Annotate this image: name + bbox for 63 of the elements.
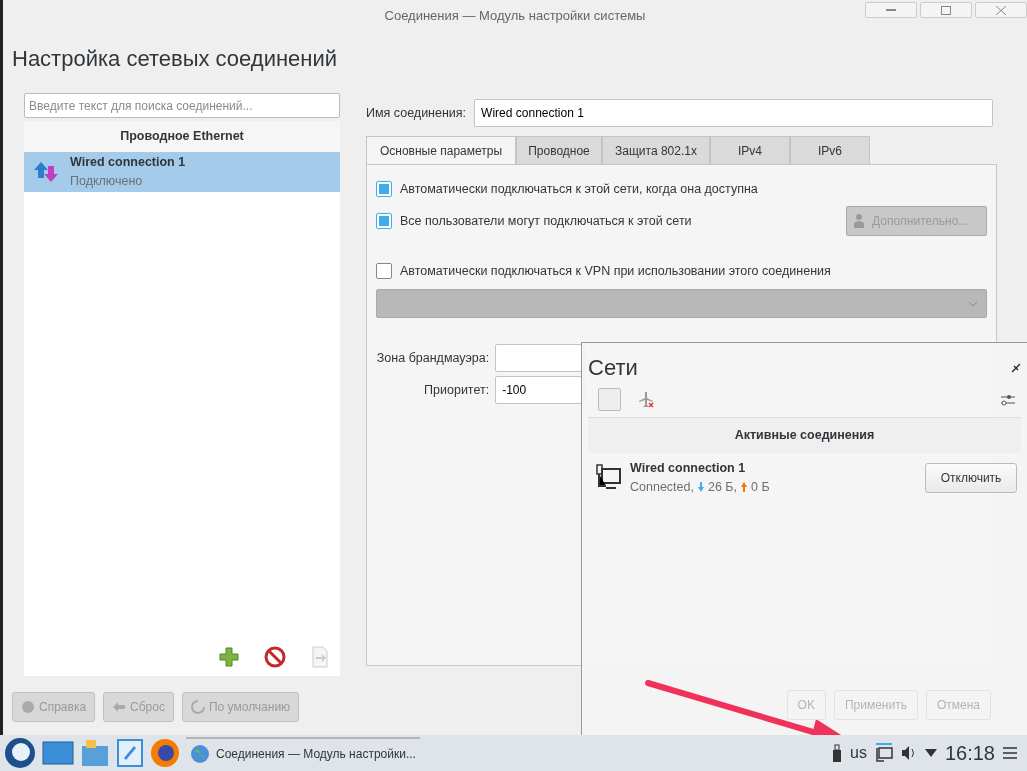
minimize-icon (886, 9, 896, 11)
network-icon[interactable] (874, 743, 893, 763)
window-title: Соединения — Модуль настройки системы (384, 7, 646, 26)
maximize-button[interactable] (920, 2, 972, 18)
folder-icon[interactable] (80, 738, 110, 768)
connection-status: Connected, (630, 478, 694, 496)
taskbar-task[interactable]: Соединения — Модуль настройки... (186, 737, 420, 769)
reset-icon (190, 700, 205, 714)
checkbox[interactable] (376, 181, 392, 197)
download-amount: 26 Б, (707, 478, 737, 496)
connection-item[interactable]: Wired connection 1 Подключено (24, 151, 340, 192)
help-icon (21, 700, 35, 714)
tab[interactable]: Основные параметры (366, 136, 516, 164)
keyboard-layout[interactable]: us (850, 741, 867, 765)
clock[interactable]: 16:18 (944, 738, 995, 768)
page-heading: Настройка сетевых соединений (12, 45, 339, 73)
connection-status: Подключено (70, 172, 144, 190)
monitor-icon (596, 463, 622, 492)
usb-drive-icon[interactable] (832, 744, 843, 762)
checkbox-label: Автоматически подключаться к этой сети, когда она доступна (400, 180, 758, 198)
search-field[interactable]: Введите текст для поиска соединений... (24, 93, 340, 118)
upload-arrow-icon (741, 481, 747, 492)
volume-icon[interactable] (900, 745, 917, 761)
user-icon (853, 213, 867, 229)
checkbox-label: Все пользователи могут подключаться к этой сети (400, 212, 692, 230)
field-label: Имя соединения: (366, 104, 467, 122)
caret-icon[interactable] (924, 749, 937, 757)
field-label: Приоритет: (423, 381, 490, 399)
menu-icon[interactable] (1003, 747, 1017, 759)
popup-title: Сети (588, 354, 638, 382)
tab[interactable]: IPv4 (710, 136, 790, 164)
tab[interactable]: Защита 802.1x (602, 136, 710, 164)
connection-name: Wired connection 1 (70, 154, 186, 171)
desktop-icon[interactable] (42, 740, 74, 766)
name-field[interactable]: Wired connection 1 (474, 99, 994, 127)
checkbox[interactable] (376, 263, 392, 279)
checkbox-label: Автоматически подключаться к VPN при использовании этого соединения (400, 262, 831, 280)
tab[interactable]: IPv6 (790, 136, 870, 164)
disconnect-button[interactable]: Отключить (925, 462, 1017, 493)
checkbox[interactable] (376, 213, 392, 229)
launcher-icon[interactable] (4, 737, 36, 769)
maximize-icon (941, 5, 951, 15)
field-label: Зона брандмауэра: (376, 349, 490, 367)
close-button[interactable] (975, 2, 1027, 18)
text-editor-icon[interactable] (116, 738, 144, 768)
upload-amount: 0 Б (751, 478, 770, 496)
remove-icon[interactable] (264, 646, 286, 668)
minimize-button[interactable] (865, 2, 917, 18)
browser-icon[interactable] (150, 738, 180, 768)
settings-icon[interactable] (1001, 393, 1015, 406)
section-header: Активные соединения (588, 417, 1021, 453)
airplane-icon[interactable] (637, 390, 655, 409)
connection-name: Wired connection 1 (630, 459, 747, 477)
globe-icon (190, 744, 210, 764)
download-arrow-icon (697, 481, 704, 492)
group-header: Проводное Ethernet (24, 121, 340, 152)
tab[interactable]: Проводное (516, 136, 602, 164)
close-icon (996, 5, 1006, 15)
chevron-down-icon (968, 300, 978, 307)
toggle-button[interactable] (598, 388, 621, 411)
add-icon[interactable] (218, 646, 240, 668)
undo-arrow-icon (112, 700, 127, 714)
pin-icon[interactable] (1011, 362, 1021, 373)
